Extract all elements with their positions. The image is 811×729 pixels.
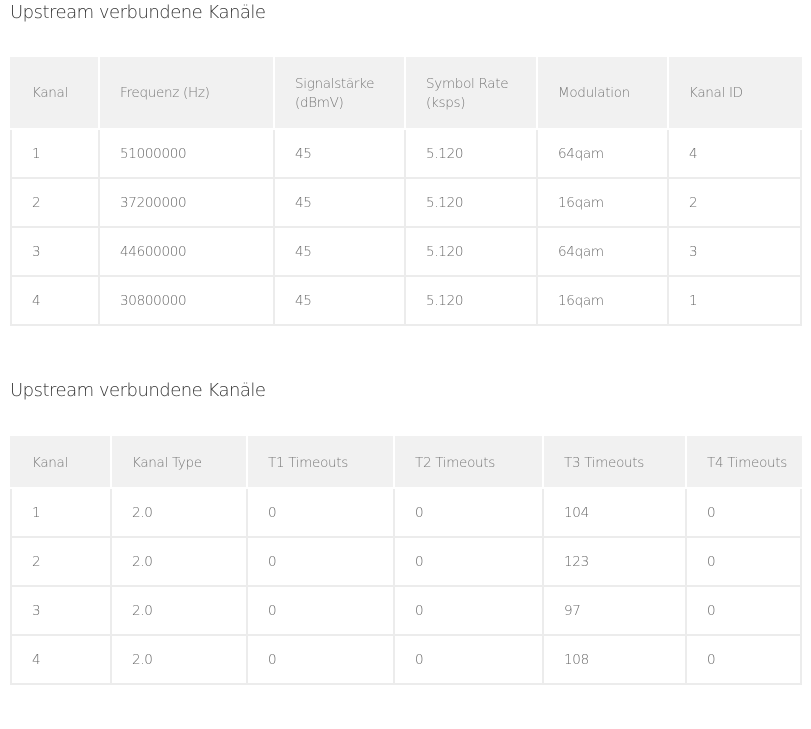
column-header-kanal: Kanal	[10, 436, 112, 489]
upstream-channels-table: Kanal Frequenz (Hz) Signalstärke (dBmV) …	[10, 57, 802, 326]
cell-kanal: 3	[10, 226, 100, 277]
table-header-row: Kanal Frequenz (Hz) Signalstärke (dBmV) …	[10, 57, 802, 130]
cell-t3-timeouts: 123	[542, 536, 687, 587]
cell-kanal-id: 4	[667, 128, 802, 179]
cell-kanal-type: 2.0	[110, 585, 248, 636]
cell-t3-timeouts: 108	[542, 634, 687, 685]
cell-frequenz: 44600000	[98, 226, 275, 277]
cell-kanal-type: 2.0	[110, 634, 248, 685]
table-row: 2 37200000 45 5.120 16qam 2	[10, 177, 802, 228]
upstream-timeouts-table: Kanal Kanal Type T1 Timeouts T2 Timeouts…	[10, 436, 802, 685]
column-header-symbol-rate: Symbol Rate (ksps)	[404, 57, 538, 130]
cell-kanal-id: 1	[667, 275, 802, 326]
column-header-t1-timeouts: T1 Timeouts	[246, 436, 395, 489]
cell-t2-timeouts: 0	[393, 634, 544, 685]
cell-modulation: 64qam	[536, 128, 669, 179]
cell-t2-timeouts: 0	[393, 487, 544, 538]
cell-t1-timeouts: 0	[246, 536, 395, 587]
table-header-row: Kanal Kanal Type T1 Timeouts T2 Timeouts…	[10, 436, 802, 489]
table-row: 3 2.0 0 0 97 0	[10, 585, 802, 636]
upstream-channels-title: Upstream verbundene Kanäle	[10, 2, 266, 23]
column-header-t4-timeouts: T4 Timeouts	[685, 436, 802, 489]
cell-kanal-id: 2	[667, 177, 802, 228]
table-row: 2 2.0 0 0 123 0	[10, 536, 802, 587]
cell-t2-timeouts: 0	[393, 585, 544, 636]
cell-kanal-id: 3	[667, 226, 802, 277]
cell-modulation: 16qam	[536, 177, 669, 228]
cell-kanal: 4	[10, 634, 112, 685]
cell-kanal-type: 2.0	[110, 536, 248, 587]
cell-kanal: 1	[10, 128, 100, 179]
column-header-t2-timeouts: T2 Timeouts	[393, 436, 544, 489]
table-row: 4 30800000 45 5.120 16qam 1	[10, 275, 802, 326]
table-row: 4 2.0 0 0 108 0	[10, 634, 802, 685]
cell-frequenz: 37200000	[98, 177, 275, 228]
cell-frequenz: 51000000	[98, 128, 275, 179]
column-header-kanal: Kanal	[10, 57, 100, 130]
cell-kanal: 4	[10, 275, 100, 326]
upstream-timeouts-title: Upstream verbundene Kanäle	[10, 380, 266, 401]
column-header-modulation: Modulation	[536, 57, 669, 130]
column-header-frequenz: Frequenz (Hz)	[98, 57, 275, 130]
cell-t3-timeouts: 104	[542, 487, 687, 538]
cell-t1-timeouts: 0	[246, 634, 395, 685]
cell-kanal: 2	[10, 177, 100, 228]
cell-t4-timeouts: 0	[685, 536, 802, 587]
cell-symbol-rate: 5.120	[404, 177, 538, 228]
cell-frequenz: 30800000	[98, 275, 275, 326]
cell-symbol-rate: 5.120	[404, 275, 538, 326]
cell-signalstaerke: 45	[273, 226, 406, 277]
column-header-kanal-type: Kanal Type	[110, 436, 248, 489]
column-header-t3-timeouts: T3 Timeouts	[542, 436, 687, 489]
cell-t1-timeouts: 0	[246, 585, 395, 636]
cell-kanal: 3	[10, 585, 112, 636]
table-row: 1 51000000 45 5.120 64qam 4	[10, 128, 802, 179]
column-header-kanal-id: Kanal ID	[667, 57, 802, 130]
cell-t4-timeouts: 0	[685, 634, 802, 685]
cell-t4-timeouts: 0	[685, 487, 802, 538]
cell-symbol-rate: 5.120	[404, 128, 538, 179]
cell-t1-timeouts: 0	[246, 487, 395, 538]
cell-t4-timeouts: 0	[685, 585, 802, 636]
cell-modulation: 16qam	[536, 275, 669, 326]
cell-modulation: 64qam	[536, 226, 669, 277]
cell-t2-timeouts: 0	[393, 536, 544, 587]
column-header-signalstaerke: Signalstärke (dBmV)	[273, 57, 406, 130]
cell-kanal: 1	[10, 487, 112, 538]
cell-kanal: 2	[10, 536, 112, 587]
cell-signalstaerke: 45	[273, 128, 406, 179]
cell-signalstaerke: 45	[273, 275, 406, 326]
cell-kanal-type: 2.0	[110, 487, 248, 538]
table-row: 3 44600000 45 5.120 64qam 3	[10, 226, 802, 277]
cell-symbol-rate: 5.120	[404, 226, 538, 277]
cell-t3-timeouts: 97	[542, 585, 687, 636]
cell-signalstaerke: 45	[273, 177, 406, 228]
table-row: 1 2.0 0 0 104 0	[10, 487, 802, 538]
